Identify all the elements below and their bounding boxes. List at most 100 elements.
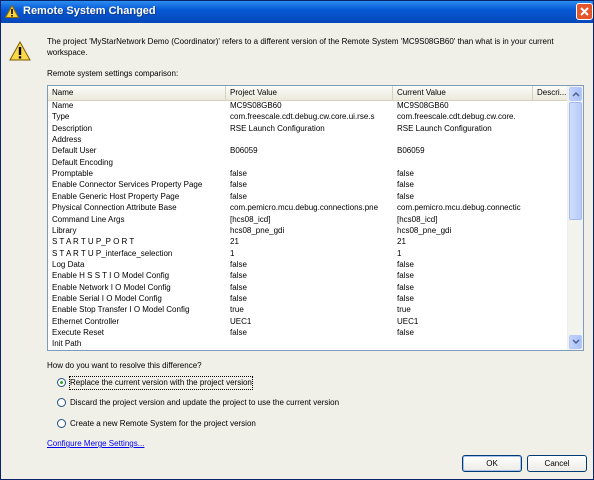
table-row[interactable]: Enable Stop Transfer I O Model Config tru… <box>48 305 568 314</box>
scroll-up-button[interactable] <box>569 87 582 101</box>
cell-name: Enable H S S T I O Model Config <box>52 271 170 281</box>
cell-project-value: 1 <box>230 248 235 258</box>
cell-name: Address <box>52 135 82 145</box>
cell-project-value: MC9S08GB60 <box>230 101 282 110</box>
cell-current-value: 1 <box>397 248 402 258</box>
table-header: Name Project Value Current Value Descri.… <box>48 86 568 101</box>
table-row[interactable]: Description RSE Launch Configuration RSE L… <box>48 124 568 133</box>
cell-project-value: B06059 <box>230 146 258 156</box>
cell-current-value: false <box>397 271 414 281</box>
cell-current-value: RSE Launch Configuration <box>397 123 492 133</box>
cell-project-value: [hcs08_icd] <box>230 214 271 224</box>
cell-current-value: false <box>397 293 414 303</box>
cell-name: Enable Generic Host Property Page <box>52 191 180 201</box>
table-row[interactable]: Enable Connector Services Property Page f… <box>48 180 568 189</box>
table-row[interactable]: Ethernet Controller UEC1 UEC1 <box>48 317 568 326</box>
cell-project-value: false <box>230 169 247 179</box>
table-row[interactable]: Init Path <box>48 339 568 348</box>
cell-name: Enable Network I O Model Config <box>52 282 171 292</box>
cell-name: Log Data <box>52 259 85 269</box>
scroll-down-button[interactable] <box>569 335 582 349</box>
vertical-scrollbar[interactable] <box>567 86 583 350</box>
option-discard-label[interactable]: Discard the project version and update t… <box>70 397 339 409</box>
title-bar[interactable]: Remote System Changed <box>1 1 593 23</box>
option-create-label[interactable]: Create a new Remote System for the proje… <box>70 418 256 430</box>
cell-current-value: MC9S08GB60 <box>397 101 449 110</box>
cell-project-value: com.freescale.cdt.debug.cw.core.ui.rse.s <box>230 112 375 122</box>
cancel-button[interactable]: Cancel <box>527 455 587 472</box>
ok-button[interactable]: OK <box>462 455 522 472</box>
cell-name: Ethernet Controller <box>52 316 120 326</box>
cell-project-value: RSE Launch Configuration <box>230 123 325 133</box>
table-row[interactable]: Default User B06059 B06059 <box>48 146 568 155</box>
warning-icon <box>5 5 19 18</box>
cell-project-value: false <box>230 180 247 190</box>
chevron-up-icon <box>572 91 580 97</box>
resolve-question: How do you want to resolve this differen… <box>47 361 202 370</box>
comparison-label: Remote system settings comparison: <box>47 69 179 78</box>
cell-project-value: UEC1 <box>230 316 252 326</box>
cell-name: Promptable <box>52 169 93 179</box>
column-header-current-value[interactable]: Current Value <box>393 86 533 100</box>
cell-name: Type <box>52 112 70 122</box>
cell-project-value: false <box>230 191 247 201</box>
dialog-window: Remote System Changed The project 'MySta… <box>0 0 594 480</box>
table-row[interactable]: Enable Network I O Model Config false fals… <box>48 283 568 292</box>
cell-current-value: false <box>397 282 414 292</box>
cell-name: S T A R T U P_interface_selection <box>52 248 173 258</box>
table-row[interactable]: Log Data false false <box>48 260 568 269</box>
configure-merge-settings-link[interactable]: Configure Merge Settings... <box>47 439 144 448</box>
cell-current-value: true <box>397 305 411 315</box>
table-row[interactable]: Enable H S S T I O Model Config false fals… <box>48 271 568 280</box>
cell-current-value: B06059 <box>397 146 425 156</box>
cell-project-value: false <box>230 282 247 292</box>
close-icon <box>580 7 589 16</box>
cell-project-value: false <box>230 293 247 303</box>
cell-name: Physical Connection Attribute Base <box>52 203 177 213</box>
table-row[interactable]: S T A R T U P_interface_selection 1 1 <box>48 249 568 258</box>
cell-name: Name <box>52 101 74 110</box>
table-row[interactable]: Library hcs08_pne_gdi hcs08_pne_gdi <box>48 226 568 235</box>
table-row[interactable]: Default Encoding <box>48 158 568 167</box>
cell-current-value: com.freescale.cdt.debug.cw.core. <box>397 112 516 122</box>
cell-name: Init Path <box>52 339 82 349</box>
table-row[interactable]: Enable Generic Host Property Page false fa… <box>48 192 568 201</box>
window-title: Remote System Changed <box>23 5 156 17</box>
table-row[interactable]: Command Line Args [hcs08_icd] [hcs08_icd] <box>48 215 568 224</box>
table-row[interactable]: Execute Reset false false <box>48 328 568 337</box>
cell-current-value: false <box>397 169 414 179</box>
cell-project-value: false <box>230 271 247 281</box>
cell-current-value: false <box>397 180 414 190</box>
table-row[interactable]: Enable Serial I O Model Config false false <box>48 294 568 303</box>
cell-name: Command Line Args <box>52 214 125 224</box>
table-row[interactable]: Type com.freescale.cdt.debug.cw.core.ui.r… <box>48 112 568 121</box>
radio-indicator[interactable] <box>57 419 66 428</box>
radio-indicator[interactable] <box>57 398 66 407</box>
table-row[interactable]: S T A R T U P_P O R T 21 21 <box>48 237 568 246</box>
table-row[interactable]: Name MC9S08GB60 MC9S08GB60 <box>48 101 568 110</box>
cell-name: Enable Stop Transfer I O Model Config <box>52 305 190 315</box>
cell-project-value: 21 <box>230 237 239 247</box>
option-replace-label[interactable]: Replace the current version with the pro… <box>69 376 253 390</box>
message-text: The project 'MyStarNetwork Demo (Coordin… <box>47 37 554 57</box>
cell-project-value: com.pemicro.mcu.debug.connections.pne <box>230 203 379 213</box>
column-header-name[interactable]: Name <box>48 86 226 100</box>
table-row[interactable]: Physical Connection Attribute Base com.pe… <box>48 203 568 212</box>
table-row[interactable]: Promptable false false <box>48 169 568 178</box>
cell-project-value: true <box>230 305 244 315</box>
cell-current-value: 21 <box>397 237 406 247</box>
warning-icon-large <box>9 41 31 61</box>
cell-name: S T A R T U P_P O R T <box>52 237 135 247</box>
chevron-down-icon <box>572 339 580 345</box>
radio-selected-indicator[interactable] <box>57 378 66 387</box>
scroll-thumb[interactable] <box>569 102 582 220</box>
cell-project-value: hcs08_pne_gdi <box>230 225 285 235</box>
cell-current-value: com.pemicro.mcu.debug.connectic <box>397 203 521 213</box>
close-button[interactable] <box>576 3 593 20</box>
column-header-project-value[interactable]: Project Value <box>226 86 393 100</box>
column-header-description[interactable]: Descri... <box>533 86 568 100</box>
cell-name: Library <box>52 225 77 235</box>
cell-current-value: UEC1 <box>397 316 419 326</box>
table-row[interactable]: Address <box>48 135 568 144</box>
comparison-table[interactable]: Name Project Value Current Value Descri.… <box>47 85 584 351</box>
